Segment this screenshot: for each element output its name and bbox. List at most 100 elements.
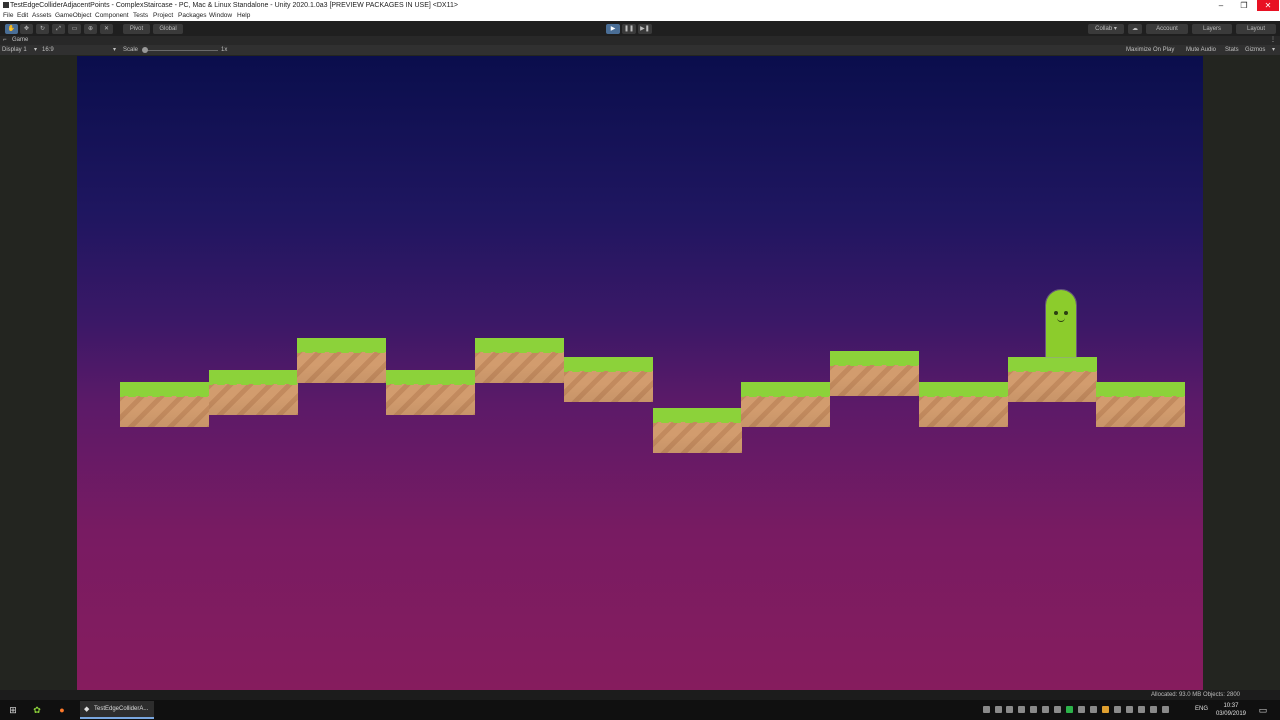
tray-icon[interactable] bbox=[1006, 706, 1013, 713]
ground-tile bbox=[1008, 357, 1097, 402]
scale-tool-icon[interactable]: ⤢ bbox=[52, 24, 65, 34]
player-mouth bbox=[1057, 317, 1065, 322]
tray-icon[interactable] bbox=[1042, 706, 1049, 713]
tray-icon[interactable] bbox=[1030, 706, 1037, 713]
window-titlebar: TestEdgeColliderAdjacentPoints - Complex… bbox=[0, 0, 1280, 11]
volume-icon[interactable] bbox=[1162, 706, 1169, 713]
menu-component[interactable]: Component bbox=[95, 11, 129, 21]
tray-icon[interactable] bbox=[1114, 706, 1121, 713]
tab-menu-icon[interactable]: ⋮ bbox=[1270, 36, 1276, 45]
cloud-icon[interactable]: ☁ bbox=[1128, 24, 1142, 34]
mute-audio-toggle[interactable]: Mute Audio bbox=[1186, 45, 1216, 55]
notification-icon[interactable]: ▭ bbox=[1257, 704, 1269, 716]
play-button[interactable]: ▶ bbox=[606, 24, 620, 34]
menu-packages[interactable]: Packages bbox=[178, 11, 207, 21]
taskbar-unity-app[interactable]: ◆ TestEdgeColliderA... bbox=[80, 701, 154, 719]
pivot-toggle[interactable]: Pivot bbox=[123, 24, 150, 34]
allocation-stats: Allocated: 93.0 MB Objects: 2800 bbox=[1150, 692, 1240, 698]
ground-tile bbox=[386, 370, 475, 415]
step-button[interactable]: ▶❚ bbox=[638, 24, 652, 34]
tab-game[interactable]: Game bbox=[12, 36, 28, 45]
ground-tile bbox=[120, 382, 209, 427]
ground-tile bbox=[830, 351, 919, 396]
scale-slider-track[interactable] bbox=[146, 50, 218, 51]
os-taskbar: ⊞ ✿ ● ◆ TestEdgeColliderA... ENG 10:37 0… bbox=[0, 700, 1280, 720]
taskbar-app-label: TestEdgeColliderA... bbox=[94, 706, 149, 712]
display-chevron-icon: ▾ bbox=[34, 47, 38, 53]
menu-bar: File Edit Assets GameObject Component Te… bbox=[0, 11, 1280, 21]
main-toolbar: ✋ ✥ ↻ ⤢ ▭ ⊕ ✕ Pivot Global ▶ ❚❚ ▶❚ Colla… bbox=[0, 21, 1280, 37]
transform-tool-icon[interactable]: ⊕ bbox=[84, 24, 97, 34]
status-bar: Allocated: 93.0 MB Objects: 2800 bbox=[0, 690, 1280, 700]
app-leaf-icon[interactable]: ✿ bbox=[31, 704, 43, 716]
scale-label: Scale bbox=[123, 47, 139, 53]
game-tab-bar: ⌐ Game ⋮ bbox=[0, 36, 1280, 45]
ground-tile bbox=[475, 338, 564, 383]
ground-tile bbox=[1096, 382, 1185, 427]
custom-tool-icon[interactable]: ✕ bbox=[100, 24, 113, 34]
menu-project[interactable]: Project bbox=[153, 11, 173, 21]
layout-dropdown[interactable]: Layout bbox=[1236, 24, 1276, 34]
tray-icon[interactable] bbox=[1138, 706, 1145, 713]
menu-window[interactable]: Window bbox=[209, 11, 232, 21]
account-dropdown[interactable]: Account bbox=[1146, 24, 1188, 34]
maximize-button[interactable]: ❐ bbox=[1233, 0, 1255, 11]
ground-tile bbox=[741, 382, 830, 427]
tray-icon[interactable] bbox=[1090, 706, 1097, 713]
stats-toggle[interactable]: Stats bbox=[1225, 45, 1239, 55]
menu-gameobject[interactable]: GameObject bbox=[55, 11, 92, 21]
move-tool-icon[interactable]: ✥ bbox=[20, 24, 33, 34]
unity-taskbar-icon: ◆ bbox=[84, 706, 90, 713]
firefox-icon[interactable]: ● bbox=[56, 704, 68, 716]
collab-dropdown[interactable]: Collab ▾ bbox=[1088, 24, 1124, 34]
gizmos-chevron-icon: ▾ bbox=[1272, 47, 1276, 53]
layers-dropdown[interactable]: Layers bbox=[1192, 24, 1232, 34]
game-viewport[interactable] bbox=[77, 56, 1203, 690]
player-character bbox=[1045, 289, 1077, 358]
ground-tile bbox=[209, 370, 298, 415]
hand-tool-icon[interactable]: ✋ bbox=[5, 24, 18, 34]
clock-time: 10:37 bbox=[1223, 703, 1239, 709]
minimize-button[interactable]: – bbox=[1210, 0, 1232, 11]
menu-help[interactable]: Help bbox=[237, 11, 250, 21]
system-clock[interactable]: 10:37 03/09/2019 bbox=[1216, 702, 1246, 718]
game-tab-icon: ⌐ bbox=[3, 37, 7, 43]
network-icon[interactable] bbox=[1150, 706, 1157, 713]
maximize-on-play-toggle[interactable]: Maximize On Play bbox=[1126, 45, 1174, 55]
game-view-toolbar: Display 1 ▾ 16:9 ▾ Scale 1x Maximize On … bbox=[0, 45, 1280, 55]
ground-tile bbox=[653, 408, 742, 453]
scale-value: 1x bbox=[221, 47, 228, 53]
menu-tests[interactable]: Tests bbox=[133, 11, 148, 21]
aspect-chevron-icon: ▾ bbox=[113, 47, 117, 53]
language-indicator[interactable]: ENG bbox=[1195, 706, 1208, 712]
tray-icon[interactable] bbox=[1126, 706, 1133, 713]
tray-icon[interactable] bbox=[1102, 706, 1109, 713]
tray-icon[interactable] bbox=[1054, 706, 1061, 713]
tray-icon[interactable] bbox=[983, 706, 990, 713]
aspect-dropdown[interactable]: 16:9 bbox=[42, 45, 54, 55]
rect-tool-icon[interactable]: ▭ bbox=[68, 24, 81, 34]
window-title: TestEdgeColliderAdjacentPoints - Complex… bbox=[10, 2, 458, 9]
ground-tile bbox=[564, 357, 653, 402]
windows-start-icon[interactable]: ⊞ bbox=[7, 704, 19, 716]
tray-icon[interactable] bbox=[995, 706, 1002, 713]
rotate-tool-icon[interactable]: ↻ bbox=[36, 24, 49, 34]
gizmos-dropdown[interactable]: Gizmos bbox=[1245, 45, 1265, 55]
global-toggle[interactable]: Global bbox=[153, 24, 183, 34]
close-button[interactable]: ✕ bbox=[1257, 0, 1279, 11]
ground-tile bbox=[919, 382, 1008, 427]
tray-icon[interactable] bbox=[1066, 706, 1073, 713]
pause-button[interactable]: ❚❚ bbox=[622, 24, 636, 34]
tray-icon[interactable] bbox=[1078, 706, 1085, 713]
menu-edit[interactable]: Edit bbox=[17, 11, 28, 21]
unity-logo-icon bbox=[3, 2, 9, 8]
clock-date: 03/09/2019 bbox=[1215, 711, 1246, 717]
menu-file[interactable]: File bbox=[3, 11, 13, 21]
ground-tile bbox=[297, 338, 386, 383]
tray-icon[interactable] bbox=[1018, 706, 1025, 713]
player-eye bbox=[1064, 311, 1068, 315]
scale-slider-thumb[interactable] bbox=[142, 47, 148, 53]
menu-assets[interactable]: Assets bbox=[32, 11, 52, 21]
display-dropdown[interactable]: Display 1 bbox=[2, 45, 27, 55]
player-eye bbox=[1054, 311, 1058, 315]
